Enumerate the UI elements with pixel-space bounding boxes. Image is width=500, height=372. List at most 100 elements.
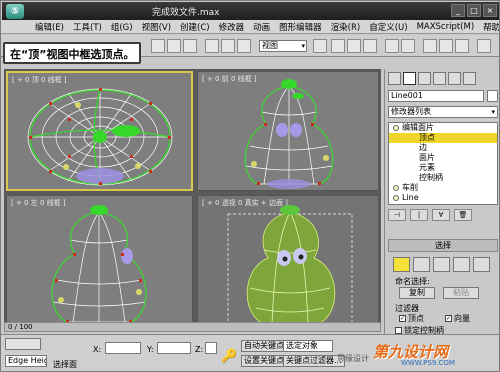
menu-maxscript[interactable]: MAXScript(M) xyxy=(417,22,475,32)
filter-vertex-checkbox[interactable]: ✓ 顶点 xyxy=(399,313,424,324)
z-coord-field[interactable] xyxy=(205,342,217,354)
render-icon[interactable] xyxy=(455,39,469,53)
teapot-render-icon[interactable] xyxy=(477,39,491,53)
y-coord-field[interactable] xyxy=(157,342,191,354)
menu-group[interactable]: 组(G) xyxy=(111,21,133,33)
status-prompt: 选择面 xyxy=(53,360,77,369)
pin-stack-icon[interactable]: ⊣ xyxy=(388,209,406,221)
tutorial-callout: 在“顶”视图中框选顶点。 xyxy=(3,42,142,64)
stack-item-edge[interactable]: 边 xyxy=(389,143,497,153)
x-coord-field[interactable] xyxy=(105,342,141,354)
z-label: Z: xyxy=(195,345,204,354)
object-color-swatch[interactable] xyxy=(487,90,498,102)
command-panel: Line001 修改器列表 编辑面片 顶点 边 面片 元素 控制柄 车削 Lin… xyxy=(384,69,499,335)
maxscript-field[interactable]: Edge Heig xyxy=(5,355,47,367)
create-tab-icon[interactable] xyxy=(388,72,401,85)
close-button[interactable]: × xyxy=(483,4,497,17)
remove-modifier-icon[interactable]: 🗑 xyxy=(454,209,472,221)
utilities-tab-icon[interactable] xyxy=(463,72,476,85)
move-icon[interactable] xyxy=(205,39,219,53)
percent-snap-icon[interactable] xyxy=(363,39,377,53)
time-slider[interactable]: 0 / 100 xyxy=(4,322,381,332)
menu-bar: 编辑(E) 工具(T) 组(G) 视图(V) 创建(C) 修改器 动画 图形编辑… xyxy=(1,20,499,34)
hierarchy-tab-icon[interactable] xyxy=(418,72,431,85)
window-crossing-icon[interactable] xyxy=(183,39,197,53)
menu-customize[interactable]: 自定义(U) xyxy=(369,21,407,33)
script-listener-mini[interactable] xyxy=(5,338,41,350)
select-object-icon[interactable] xyxy=(151,39,165,53)
menu-graph-editors[interactable]: 图形编辑器 xyxy=(279,21,322,33)
viewport-top[interactable]: [ + 0 顶 0 线框 ] xyxy=(6,71,193,191)
make-unique-icon[interactable]: ∀ xyxy=(432,209,450,221)
stack-item-patch[interactable]: 面片 xyxy=(389,153,497,163)
copy-button[interactable]: 复制 xyxy=(399,287,435,299)
show-end-result-icon[interactable]: | xyxy=(410,209,428,221)
handle-mode-icon[interactable] xyxy=(473,257,490,272)
auto-key-button[interactable]: 自动关键点 xyxy=(241,340,287,352)
bulb-icon[interactable] xyxy=(393,194,399,201)
left-wireframe xyxy=(51,205,147,323)
minimize-button[interactable]: _ xyxy=(451,4,465,17)
snap-icon[interactable] xyxy=(331,39,345,53)
key-filters-button[interactable]: 关键点过滤器... xyxy=(283,355,345,367)
render-setup-icon[interactable] xyxy=(439,39,453,53)
patch-mode-icon[interactable] xyxy=(433,257,450,272)
menu-modifiers[interactable]: 修改器 xyxy=(219,21,245,33)
menu-rendering[interactable]: 渲染(R) xyxy=(331,21,361,33)
menu-create[interactable]: 创建(C) xyxy=(180,21,210,33)
selection-rollout-header[interactable]: 选择 xyxy=(388,239,498,252)
object-name-field[interactable]: Line001 xyxy=(388,90,484,102)
window-title: 完成效文件.max xyxy=(152,8,220,18)
paste-button[interactable]: 粘贴 xyxy=(443,287,479,299)
menu-help[interactable]: 帮助(H) xyxy=(483,21,499,33)
maximize-button[interactable]: □ xyxy=(467,4,481,17)
stack-tools: ⊣ | ∀ 🗑 xyxy=(388,209,498,223)
x-label: X: xyxy=(93,345,102,354)
y-label: Y: xyxy=(147,345,154,354)
scale-icon[interactable] xyxy=(237,39,251,53)
viewport-front[interactable]: [ + 0 前 0 线框 ] xyxy=(197,71,379,191)
title-bar: ⑤ 完成效文件.max _ □ × xyxy=(2,2,499,20)
display-tab-icon[interactable] xyxy=(448,72,461,85)
named-selection-label: 命名选择: xyxy=(395,277,430,286)
vertex-mode-icon[interactable] xyxy=(393,257,410,272)
menu-animation[interactable]: 动画 xyxy=(253,21,270,33)
bulb-icon[interactable] xyxy=(393,124,399,131)
status-hint: 思缘设计 xyxy=(337,354,369,363)
rotate-icon[interactable] xyxy=(221,39,235,53)
pivot-icon[interactable] xyxy=(313,39,327,53)
set-key-button[interactable]: 设置关键点 xyxy=(241,355,287,367)
key-icon[interactable]: 🔑 xyxy=(221,349,237,364)
stack-item-edit-patch[interactable]: 编辑面片 xyxy=(389,123,497,133)
app-logo-icon[interactable]: ⑤ xyxy=(6,4,24,19)
front-wireframe xyxy=(244,79,334,189)
angle-snap-icon[interactable] xyxy=(347,39,361,53)
viewport-perspective[interactable]: [ + 0 透视 0 真实 + 边面 ] xyxy=(197,195,379,330)
selection-filter-select[interactable]: 选定对象 xyxy=(283,340,333,352)
select-region-icon[interactable] xyxy=(167,39,181,53)
subobject-buttons xyxy=(393,257,490,272)
menu-tools[interactable]: 工具(T) xyxy=(73,21,102,33)
menu-edit[interactable]: 编辑(E) xyxy=(35,21,64,33)
modifier-list-select[interactable]: 修改器列表 xyxy=(388,106,498,118)
material-editor-icon[interactable] xyxy=(423,39,437,53)
top-wireframe xyxy=(27,88,173,186)
modifier-stack: 编辑面片 顶点 边 面片 元素 控制柄 车削 Line xyxy=(388,122,498,205)
stack-item-vertex[interactable]: 顶点 xyxy=(389,133,497,143)
bulb-icon[interactable] xyxy=(393,184,399,191)
menu-view[interactable]: 视图(V) xyxy=(142,21,171,33)
edge-mode-icon[interactable] xyxy=(413,257,430,272)
align-icon[interactable] xyxy=(401,39,415,53)
filter-vector-checkbox[interactable]: ✓ 向量 xyxy=(445,313,470,324)
stack-item-element[interactable]: 元素 xyxy=(389,163,497,173)
stack-item-lathe[interactable]: 车削 xyxy=(389,183,497,193)
stack-item-handle[interactable]: 控制柄 xyxy=(389,173,497,183)
viewport-left[interactable]: [ + 0 左 0 线框 ] xyxy=(6,195,193,330)
mirror-icon[interactable] xyxy=(385,39,399,53)
modify-tab-icon[interactable] xyxy=(403,72,416,85)
stack-item-line[interactable]: Line xyxy=(389,193,497,203)
motion-tab-icon[interactable] xyxy=(433,72,446,85)
element-mode-icon[interactable] xyxy=(453,257,470,272)
watermark-url: WWW.PS9.COM xyxy=(401,359,455,367)
reference-coord-select[interactable]: 视图 xyxy=(259,40,307,52)
